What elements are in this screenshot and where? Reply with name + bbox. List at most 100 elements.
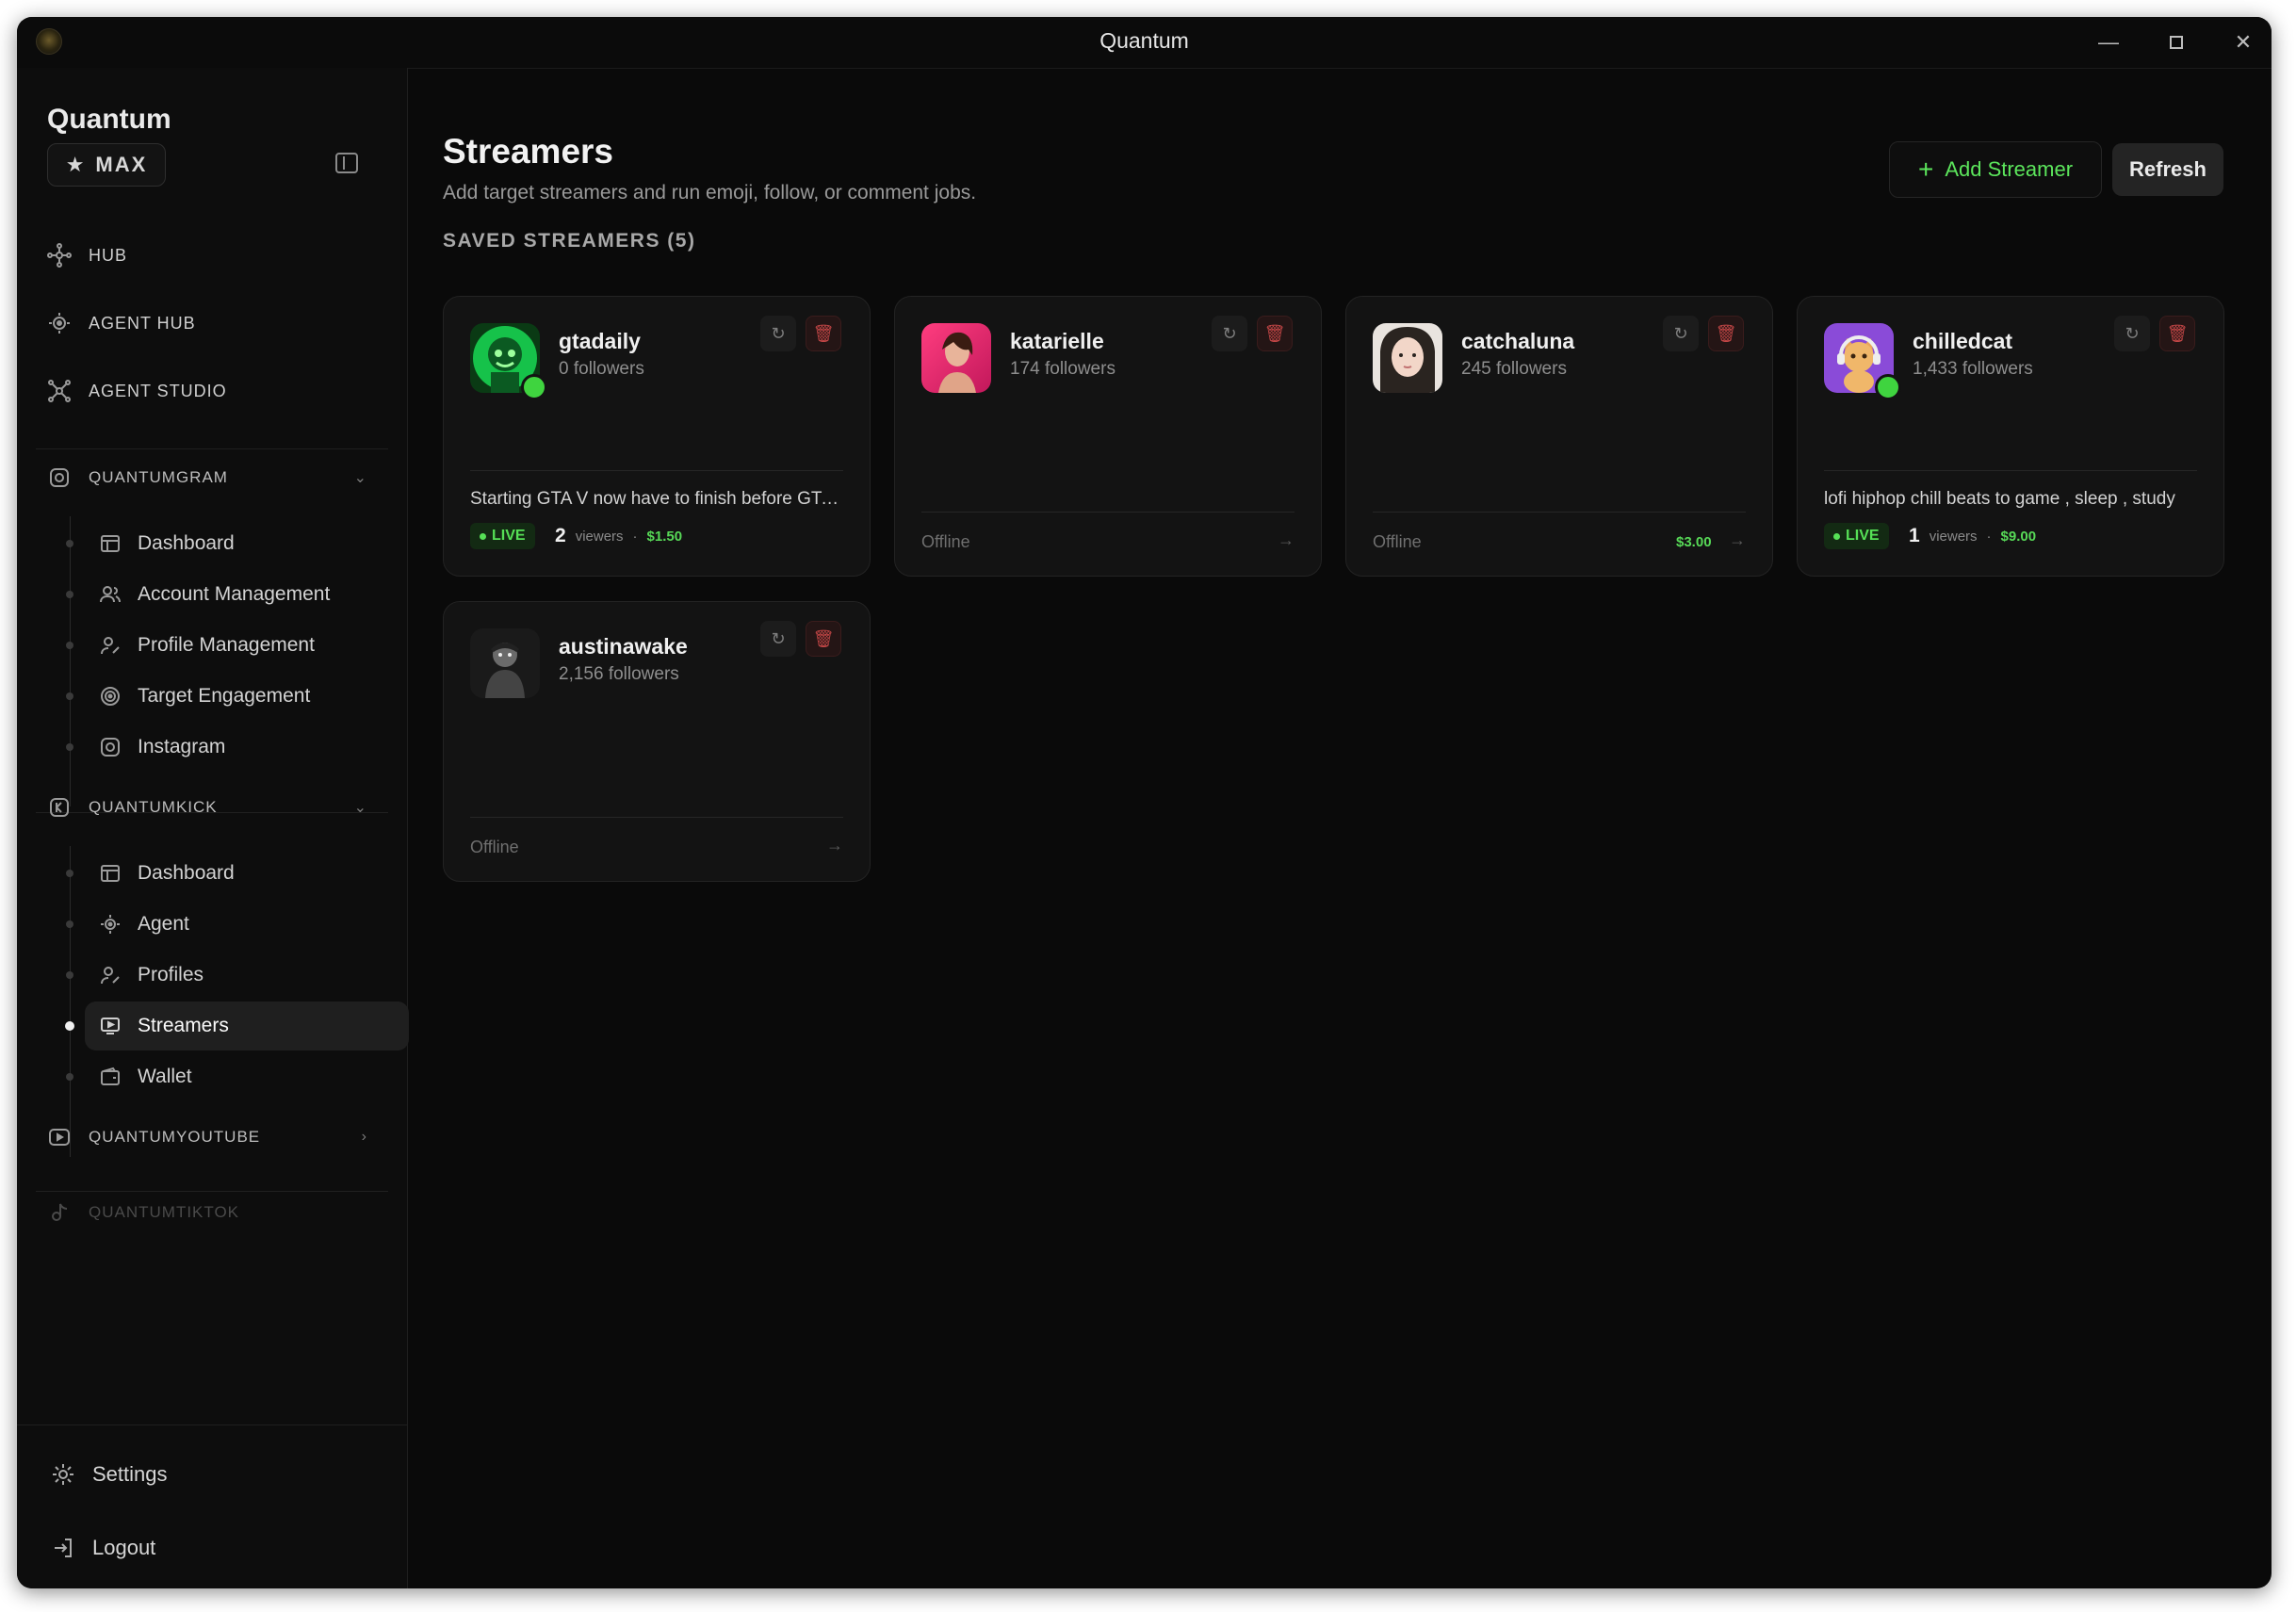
sidebar-collapse-icon[interactable] [335,153,358,173]
refresh-streamer-button[interactable]: ↻ [760,316,796,351]
streamer-followers: 2,156 followers [559,664,679,684]
trash-icon: 🗑 [812,323,835,343]
avatar [470,628,540,698]
sidebar-item-gram-dashboard[interactable]: Dashboard [85,519,409,568]
refresh-streamer-button[interactable]: ↻ [1212,316,1247,351]
sidebar-item-profiles[interactable]: Profiles [85,951,409,1000]
refresh-streamer-button[interactable]: ↻ [2114,316,2150,351]
tree-dot [66,591,73,598]
arrow-right-icon[interactable]: → [1729,530,1746,550]
delete-streamer-button[interactable]: 🗑 [2159,316,2195,351]
delete-streamer-button[interactable]: 🗑 [1708,316,1744,351]
viewer-count: 1 [1909,525,1920,546]
streamer-followers: 0 followers [559,359,644,379]
sidebar-item-profile-management[interactable]: Profile Management [85,621,409,670]
streamer-card[interactable]: gtadaily 0 followers ↻ 🗑 Starting GTA V … [443,296,871,577]
streamer-followers: 1,433 followers [1913,359,2033,379]
refresh-button[interactable]: Refresh [2112,143,2223,196]
sidebar-item-target-engagement[interactable]: Target Engagement [85,672,409,721]
settings-button[interactable]: Settings [51,1462,168,1487]
sidebar-item-kick-dashboard[interactable]: Dashboard [85,849,409,898]
maximize-button[interactable] [2148,24,2205,60]
add-streamer-button[interactable]: + Add Streamer [1889,141,2102,198]
section-quantumkick-label: QUANTUMKICK [89,798,218,816]
streamer-name: austinawake [559,634,688,659]
section-quantumkick[interactable]: QUANTUMKICK ⌄ [47,795,386,820]
arrow-right-icon[interactable]: → [826,836,843,855]
card-divider [1373,512,1746,513]
amount: $9.00 [2000,528,2037,545]
section-quantumyoutube[interactable]: QUANTUMYOUTUBE › [47,1125,386,1149]
main-content: Streamers Add target streamers and run e… [408,68,2272,1588]
card-divider [1824,470,2197,471]
live-badge: LIVE [1824,523,1889,549]
plan-badge: ★ MAX [47,143,166,187]
amount: $1.50 [646,528,683,545]
logout-button[interactable]: Logout [51,1536,155,1560]
streamer-card[interactable]: chilledcat 1,433 followers ↻ 🗑 lofi hiph… [1797,296,2224,577]
live-label: LIVE [1846,528,1880,544]
maximize-icon [2170,36,2183,49]
streamer-card[interactable]: austinawake 2,156 followers ↻ 🗑 Offline … [443,601,871,882]
nav-agent-studio[interactable]: AGENT STUDIO [47,379,227,403]
saved-streamers-label: SAVED STREAMERS (5) [443,230,696,252]
sidebar-item-label: Profile Management [138,634,315,656]
tree-dot [66,540,73,547]
dashboard-icon [98,531,122,556]
streamer-card[interactable]: catchaluna 245 followers ↻ 🗑 Offline $3.… [1345,296,1773,577]
live-label: LIVE [492,528,526,544]
streamer-name: gtadaily [559,329,641,353]
sidebar-item-account-management[interactable]: Account Management [85,570,409,619]
agent-icon [98,912,122,936]
chevron-down-icon: ⌄ [353,800,367,816]
delete-streamer-button[interactable]: 🗑 [1257,316,1293,351]
streamer-card[interactable]: katarielle 174 followers ↻ 🗑 Offline → [894,296,1322,577]
chevron-down-icon: ⌄ [353,470,367,486]
hub-icon [47,243,72,268]
sidebar-item-wallet[interactable]: Wallet [85,1052,409,1101]
tree-dot [66,642,73,649]
stream-title: lofi hiphop chill beats to game , sleep … [1824,489,2175,509]
sidebar-item-streamers[interactable]: Streamers [85,1001,409,1050]
refresh-streamer-button[interactable]: ↻ [1663,316,1699,351]
sidebar-item-agent[interactable]: Agent [85,900,409,949]
instagram-icon [98,735,122,759]
delete-streamer-button[interactable]: 🗑 [806,316,841,351]
delete-streamer-button[interactable]: 🗑 [806,621,841,657]
refresh-streamer-button[interactable]: ↻ [760,621,796,657]
agent-hub-icon [47,311,72,335]
nav-hub[interactable]: HUB [47,243,127,268]
plus-icon: + [1917,155,1934,184]
close-icon: ✕ [2234,30,2253,54]
viewers-label: viewers [575,528,624,545]
trash-icon: 🗑 [812,628,835,648]
logout-label: Logout [92,1536,156,1559]
arrow-right-icon[interactable]: → [1278,530,1295,550]
streamer-followers: 174 followers [1010,359,1115,379]
divider [36,1191,388,1192]
app-window: Quantum — ✕ Quantum ★ MAX HUB AGENT HUB [17,17,2272,1588]
card-divider [470,817,843,818]
streamer-name: catchaluna [1461,329,1575,353]
section-quantumyoutube-label: QUANTUMYOUTUBE [89,1128,261,1146]
minimize-button[interactable]: — [2080,24,2137,60]
section-quantumtiktok-label: QUANTUMTIKTOK [89,1203,240,1221]
add-streamer-label: Add Streamer [1945,157,2074,181]
viewers-info: 2 viewers · $1.50 [555,523,682,549]
streamer-name: katarielle [1010,329,1104,353]
sidebar-item-instagram[interactable]: Instagram [85,723,409,772]
tree-dot [66,1073,73,1081]
avatar [921,323,991,393]
tree-dot [66,920,73,928]
section-quantumgram[interactable]: QUANTUMGRAM ⌄ [47,465,386,490]
offline-status: Offline [921,532,970,551]
amount: $3.00 [1676,534,1712,550]
kick-icon [47,795,72,820]
close-button[interactable]: ✕ [2215,24,2272,60]
nav-agent-hub[interactable]: AGENT HUB [47,311,196,335]
section-quantumtiktok[interactable]: QUANTUMTIKTOK [47,1200,386,1225]
chevron-right-icon: › [361,1129,367,1145]
divider [36,448,388,449]
trash-icon: 🗑 [1715,323,1737,343]
window-title: Quantum [1099,28,1189,53]
